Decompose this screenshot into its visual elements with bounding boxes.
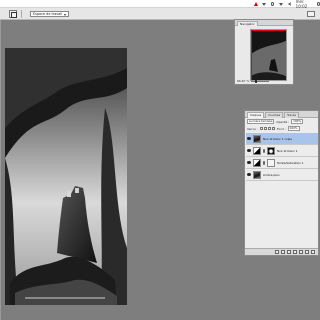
workspace-menu[interactable]: Espace de travail: [30, 11, 70, 17]
lock-transparency-icon[interactable]: [259, 127, 263, 130]
opacity-field[interactable]: 100%: [291, 119, 304, 124]
visibility-eye-icon[interactable]: [247, 137, 251, 140]
layer-name[interactable]: Noir et blanc 1 copie: [263, 137, 292, 141]
layer-row[interactable]: Noir et blanc 1 copie: [246, 133, 318, 145]
layer-row[interactable]: Noir et blanc 1: [246, 145, 318, 157]
lock-position-icon[interactable]: [267, 127, 271, 130]
visibility-eye-icon[interactable]: [247, 161, 251, 164]
layer-row[interactable]: Teinte/Saturation 1: [246, 157, 318, 169]
view-box[interactable]: [251, 30, 286, 80]
layer-row[interactable]: Arrière-plan: [246, 169, 318, 181]
mask-thumbnail: [267, 158, 275, 167]
blend-mode-select[interactable]: Lumière tamisée: [247, 119, 275, 124]
fx-icon[interactable]: [281, 250, 285, 254]
opacity-label: Opacité :: [276, 119, 290, 124]
mask-thumbnail: [267, 146, 275, 155]
sync-icon[interactable]: [271, 2, 275, 6]
navigator-thumbnail[interactable]: [250, 29, 287, 81]
layer-name[interactable]: Noir et blanc 1: [277, 149, 298, 153]
volume-icon[interactable]: [288, 2, 291, 6]
marquee-tool-icon[interactable]: [9, 10, 17, 18]
layer-thumbnail: [253, 170, 261, 179]
blend-mode-value: Lumière tamisée: [249, 119, 273, 123]
navigator-panel: Navigator 66,67 %: [234, 19, 294, 85]
lock-icons: [259, 127, 275, 130]
layers-list: Noir et blanc 1 copie Noir et blanc 1 Te…: [246, 133, 318, 181]
window-icon[interactable]: [307, 11, 315, 17]
mask-icon[interactable]: [287, 250, 291, 254]
adjustment-thumbnail: [253, 158, 261, 167]
lock-pixels-icon[interactable]: [263, 127, 267, 130]
zoom-value[interactable]: 66,67 %: [237, 79, 249, 83]
lock-row: Verrou : Fond : 100%: [245, 125, 318, 132]
navigator-tabs: Navigator: [235, 20, 293, 26]
layers-tabs: Calques Couches Tracés: [245, 111, 318, 118]
layer-thumbnail: [253, 134, 261, 143]
trash-icon[interactable]: [311, 250, 315, 254]
zoom-slider[interactable]: [251, 79, 270, 83]
new-layer-icon[interactable]: [305, 250, 309, 254]
fill-label: Fond :: [276, 126, 286, 131]
search-icon[interactable]: [316, 2, 320, 6]
adjustment-thumbnail: [253, 146, 261, 155]
fill-field[interactable]: 100%: [287, 126, 300, 131]
visibility-eye-icon[interactable]: [247, 149, 251, 152]
blend-row: Lumière tamisée Opacité : 100%: [245, 118, 318, 125]
workspace-label: Espace de travail: [33, 12, 63, 16]
layer-name[interactable]: Arrière-plan: [263, 173, 280, 177]
zoom-slider-knob[interactable]: [255, 79, 258, 83]
adjustment-icon[interactable]: [293, 250, 297, 254]
layers-panel: Calques Couches Tracés Lumière tamisée O…: [244, 110, 319, 256]
tab-navigator[interactable]: Navigator: [237, 21, 258, 26]
document-image[interactable]: [5, 48, 127, 305]
chevron-down-icon: [64, 13, 67, 16]
link-icon: [263, 148, 265, 153]
folder-icon[interactable]: [299, 250, 303, 254]
lock-all-icon[interactable]: [271, 127, 275, 130]
layer-name[interactable]: Teinte/Saturation 1: [277, 161, 304, 165]
navigator-footer: 66,67 %: [237, 79, 270, 83]
wifi-icon[interactable]: [279, 2, 284, 6]
divider: [21, 10, 22, 18]
link-icon: [263, 160, 265, 165]
link-layers-icon[interactable]: [275, 250, 279, 254]
visibility-eye-icon[interactable]: [247, 173, 251, 176]
adobe-icon[interactable]: [254, 2, 258, 6]
lock-label: Verrou :: [247, 126, 258, 131]
layers-toolbar: [245, 248, 318, 255]
system-menubar: mer. 10:02: [0, 0, 320, 9]
scripts-icon[interactable]: [262, 2, 266, 6]
status-icons: mer. 10:02: [262, 0, 320, 9]
